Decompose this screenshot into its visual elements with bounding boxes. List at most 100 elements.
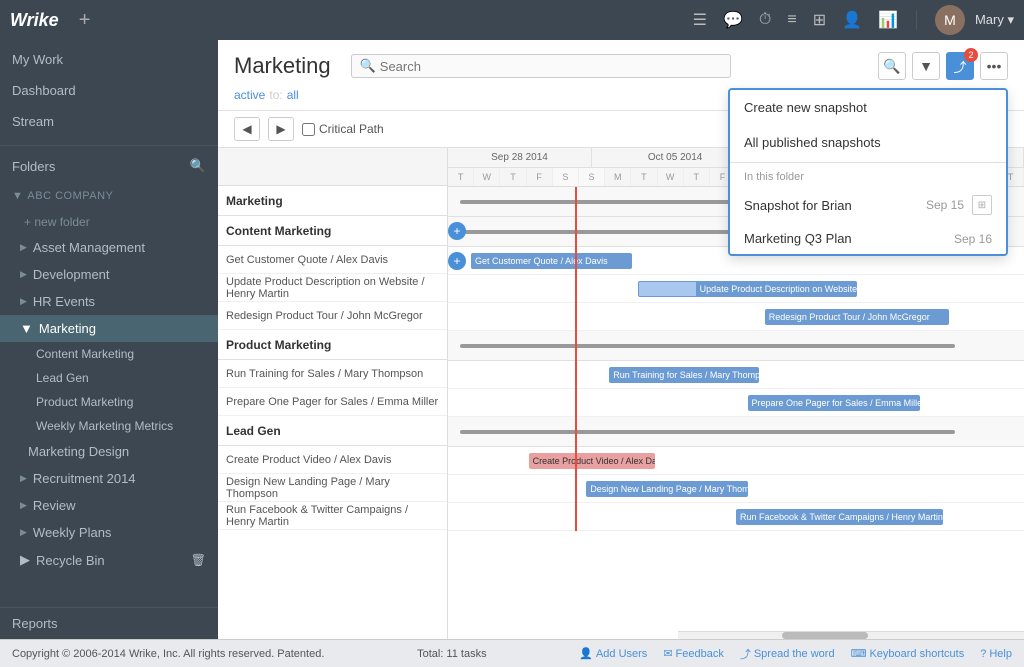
add-task-icon[interactable]: + — [448, 222, 466, 240]
folder-label: Marketing Design — [20, 444, 129, 459]
gantt-bar[interactable] — [460, 344, 955, 348]
scroll-track[interactable] — [678, 631, 1024, 639]
gantt-bar-prepare-one-pager[interactable]: Prepare One Pager for Sales / Emma Mille… — [748, 395, 921, 411]
day-cell: W — [474, 168, 500, 186]
gantt-bar-redesign-product[interactable]: Redesign Product Tour / John McGregor — [765, 309, 949, 325]
filter-button[interactable]: ▼ — [912, 52, 940, 80]
day-cell: T — [684, 168, 710, 186]
folders-header[interactable]: Folders 🔍 — [0, 150, 218, 182]
sidebar-item-reports[interactable]: Reports — [0, 608, 218, 639]
new-folder-button[interactable]: + new folder — [0, 210, 218, 234]
sidebar-item-recruitment-2014[interactable]: ▶ Recruitment 2014 — [0, 465, 218, 492]
gantt-bar-design-landing[interactable]: Design New Landing Page / Mary Thompson — [586, 481, 747, 497]
company-header: ▼ ABC COMPANY — [0, 182, 218, 210]
critical-path-checkbox[interactable] — [302, 123, 315, 136]
sidebar-item-asset-management[interactable]: ▶ Asset Management — [0, 234, 218, 261]
sidebar-item-recycle-bin[interactable]: ▶ Recycle Bin 🗑 — [0, 546, 218, 574]
list-icon[interactable]: ≡ — [787, 11, 796, 29]
add-button[interactable]: + — [79, 9, 91, 32]
app-logo: Wrike — [10, 10, 59, 31]
grid-icon[interactable]: ⊞ — [813, 10, 826, 30]
share-snapshot-button[interactable]: ⤴ 2 — [946, 52, 974, 80]
gantt-back-button[interactable]: ◀ — [234, 117, 260, 141]
triangle-down-icon: ▼ — [12, 190, 23, 202]
search-icon[interactable]: 🔍 — [190, 158, 206, 174]
gantt-timeline-row: Create Product Video / Alex Davis — [448, 447, 1024, 475]
search-button[interactable]: 🔍 — [878, 52, 906, 80]
total-tasks-label: Total: 11 tasks — [417, 648, 487, 660]
sidebar-item-my-work[interactable]: My Work — [0, 44, 218, 75]
hamburger-icon[interactable]: ☰ — [693, 10, 707, 30]
gantt-bar-facebook-campaigns[interactable]: Run Facebook & Twitter Campaigns / Henry… — [736, 509, 943, 525]
sidebar-item-weekly-plans[interactable]: ▶ Weekly Plans — [0, 519, 218, 546]
sidebar-item-marketing[interactable]: ▼ Marketing — [0, 315, 218, 342]
all-published-label: All published snapshots — [744, 135, 881, 150]
sidebar-item-stream[interactable]: Stream — [0, 106, 218, 137]
more-options-button[interactable]: ••• — [980, 52, 1008, 80]
sidebar-item-product-marketing[interactable]: Product Marketing — [0, 390, 218, 414]
bar-label: Update Product Description on Website / … — [700, 284, 857, 294]
sidebar-item-weekly-marketing-metrics[interactable]: Weekly Marketing Metrics — [0, 414, 218, 438]
feedback-button[interactable]: ✉ Feedback — [663, 647, 724, 660]
search-bar[interactable]: 🔍 — [351, 54, 731, 78]
keyboard-shortcuts-button[interactable]: ⌨ Keyboard shortcuts — [851, 647, 965, 660]
view-tab-all[interactable]: all — [287, 86, 299, 104]
task-label: Prepare One Pager for Sales / Emma Mille… — [226, 396, 438, 408]
sidebar-item-hr-events[interactable]: ▶ HR Events — [0, 288, 218, 315]
user-name-label[interactable]: Mary ▾ — [975, 12, 1014, 28]
keyboard-icon: ⌨ — [851, 647, 867, 660]
gantt-bar-run-training[interactable]: Run Training for Sales / Mary Thompson — [609, 367, 759, 383]
timer-icon[interactable]: ⏱ — [759, 11, 771, 29]
critical-path-toggle[interactable]: Critical Path — [302, 122, 384, 136]
sidebar-item-content-marketing[interactable]: Content Marketing — [0, 342, 218, 366]
sidebar-item-development[interactable]: ▶ Development — [0, 261, 218, 288]
create-new-snapshot-button[interactable]: Create new snapshot — [730, 90, 1006, 125]
spread-word-button[interactable]: ⤴ Spread the word — [740, 646, 835, 662]
task-label: Redesign Product Tour / John McGregor — [226, 310, 423, 322]
subfolder-label: Lead Gen — [36, 371, 89, 385]
gantt-timeline-group-row — [448, 331, 1024, 361]
snapshot-item-q3plan[interactable]: Marketing Q3 Plan Sep 16 — [730, 223, 1006, 254]
chat-icon[interactable]: 💬 — [723, 10, 743, 30]
sidebar-item-marketing-design[interactable]: Marketing Design — [0, 438, 218, 465]
gantt-bar-get-customer-quote[interactable]: Get Customer Quote / Alex Davis — [471, 253, 632, 269]
view-tab-separator: to: — [269, 86, 282, 104]
all-published-snapshots-button[interactable]: All published snapshots — [730, 125, 1006, 160]
search-input[interactable] — [380, 59, 722, 74]
gantt-group-lead-gen: Lead Gen — [218, 416, 447, 446]
task-label: Design New Landing Page / Mary Thompson — [226, 476, 439, 500]
feedback-icon: ✉ — [663, 647, 672, 660]
trash-icon[interactable]: 🗑 — [191, 553, 206, 567]
chart-icon[interactable]: 📊 — [878, 10, 898, 30]
person-icon[interactable]: 👤 — [842, 10, 862, 30]
snapshot-dropdown: Create new snapshot All published snapsh… — [728, 88, 1008, 256]
snapshot-name-q3plan: Marketing Q3 Plan — [744, 231, 852, 246]
chevron-right-icon: ▶ — [20, 500, 27, 511]
main-layout: My Work Dashboard Stream Folders 🔍 ▼ ABC… — [0, 40, 1024, 639]
gantt-bar[interactable] — [460, 430, 955, 434]
sidebar-item-dashboard[interactable]: Dashboard — [0, 75, 218, 106]
scroll-thumb[interactable] — [782, 632, 869, 639]
top-icons: ☰ 💬 ⏱ ≡ ⊞ 👤 📊 — [693, 10, 898, 30]
folder-label: Marketing — [39, 321, 96, 336]
subfolder-label: Weekly Marketing Metrics — [36, 419, 173, 433]
help-button[interactable]: ? Help — [980, 648, 1012, 660]
chevron-right-icon: ▶ — [20, 269, 27, 280]
gantt-bar-update-product-2[interactable]: Update Product Description on Website / … — [696, 281, 857, 297]
help-label: Help — [989, 648, 1012, 660]
gantt-forward-button[interactable]: ▶ — [268, 117, 294, 141]
user-avatar[interactable]: M — [935, 5, 965, 35]
sidebar-item-review[interactable]: ▶ Review — [0, 492, 218, 519]
gantt-bar-create-product-video[interactable]: Create Product Video / Alex Davis — [529, 453, 656, 469]
gantt-timeline-group-row — [448, 417, 1024, 447]
snapshot-date-brian: Sep 15 — [926, 198, 964, 212]
sidebar-item-lead-gen[interactable]: Lead Gen — [0, 366, 218, 390]
snapshot-icon-brian[interactable]: ⊞ — [972, 195, 992, 215]
snapshot-item-brian[interactable]: Snapshot for Brian Sep 15 ⊞ — [730, 187, 1006, 223]
add-task-icon[interactable]: + — [448, 252, 466, 270]
view-tab-active[interactable]: active — [234, 86, 265, 104]
add-users-button[interactable]: 👤 Add Users — [579, 647, 647, 660]
gantt-task-row: Create Product Video / Alex Davis — [218, 446, 447, 474]
gantt-task-row: Run Training for Sales / Mary Thompson — [218, 360, 447, 388]
day-cell: S — [579, 168, 605, 186]
